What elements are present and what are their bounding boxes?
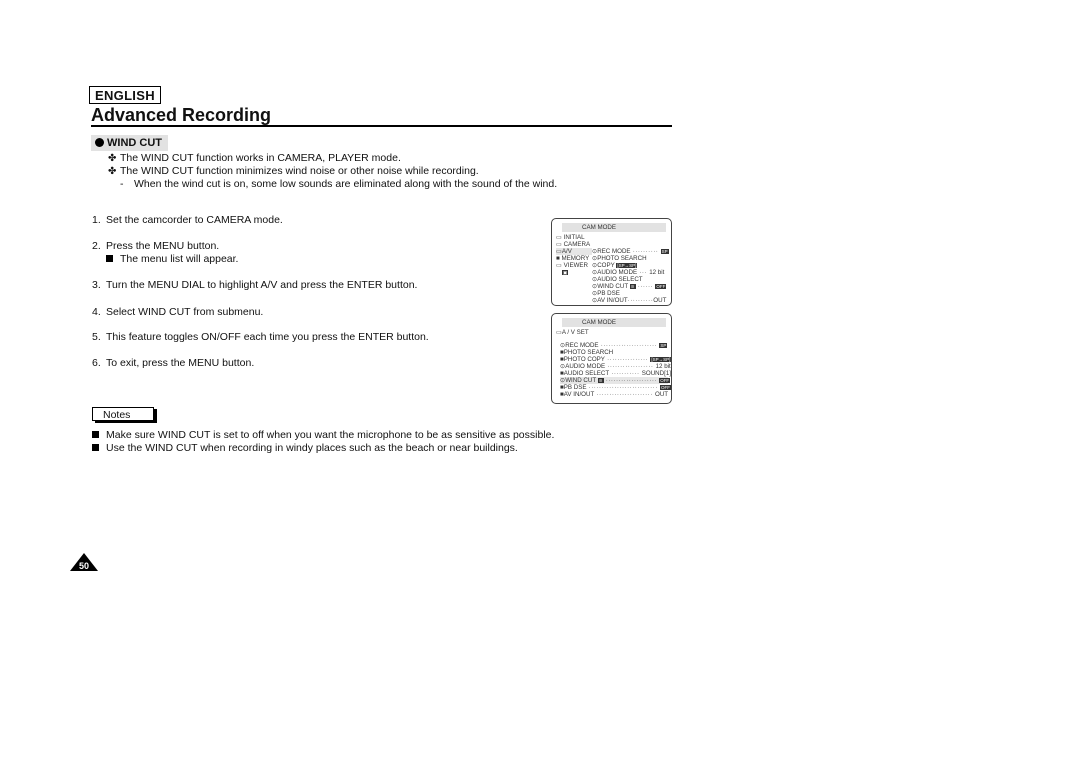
intro-text: The WIND CUT function minimizes wind noi… [120,165,479,177]
submenu-item: ■AV IN/OUT ······················ OUT [560,391,669,398]
submenu-item: ⊙REC MODE ·········· SP [592,248,669,255]
step-number: 6. [92,357,101,369]
note-item: Use the WIND CUT when recording in windy… [92,442,518,455]
menu-header: CAM MODE [562,318,666,327]
page-number: 50 [78,561,89,571]
submenu-item: ⊙AUDIO SELECT [592,276,643,283]
step-number: 2. [92,240,101,252]
menu-item-viewer: ▭ VIEWER [556,262,589,269]
page-title: Advanced Recording [91,105,272,125]
step-number: 1. [92,214,101,226]
square-bullet-icon [106,255,113,262]
step-text: Press the MENU button. [106,240,220,252]
square-bullet-icon [92,444,99,451]
step-subitem: The menu list will appear. [106,253,238,266]
language-badge: ENGLISH [89,86,161,104]
step-sub-text: The menu list will appear. [120,253,239,265]
submenu-item: ⊙PB DSE [592,290,620,297]
menu-item-av: ▭A/V [556,248,592,255]
step: 4. Select WIND CUT from submenu. [92,306,263,319]
submenu-title: ▭A / V SET [556,329,589,336]
submenu-item-wind-cut-selected: ⊙WIND CUT ≋ ···················· OFF [560,377,671,384]
note-text: Make sure WIND CUT is set to off when yo… [106,429,555,441]
menu-item-memory: ■ MEMORY [556,255,590,262]
step-text: Turn the MENU DIAL to highlight A/V and … [106,279,418,291]
bullet-dot-icon [95,138,104,147]
step-text: Select WIND CUT from submenu. [106,306,264,318]
clover-bullet-icon: ✤ [108,166,117,177]
submenu-item: ⊙PHOTO SEARCH [592,255,647,262]
folder-icon: ▭ [556,241,562,248]
step-number: 4. [92,306,101,318]
step: 2. Press the MENU button. [92,240,219,253]
title-divider [91,125,672,127]
submenu-item: ■PHOTO COPY ················ [SP→SP] [560,356,672,363]
menu-item-initial: ▭ INITIAL [556,234,585,241]
folder-icon: ▭ [556,262,562,269]
step-number: 3. [92,279,101,291]
step-text: Set the camcorder to CAMERA mode. [106,214,283,226]
menu-screen-main: CAM MODE ▭ INITIAL ▭ CAMERA ▭A/V ■ MEMOR… [551,218,672,306]
step-text: This feature toggles ON/OFF each time yo… [106,331,429,343]
submenu-item-wind-cut: ⊙WIND CUT ≋ ······ OFF [592,283,667,290]
intro-item: ✤ The WIND CUT function minimizes wind no… [108,165,479,178]
submenu-item: ⊙AUDIO MODE ·················· 12 bit [560,363,671,370]
step-text: To exit, press the MENU button. [106,357,255,369]
submenu-item: ■PHOTO SEARCH [560,349,614,356]
step: 3. Turn the MENU DIAL to highlight A/V an… [92,279,417,292]
folder-filled-icon: ■ [556,255,560,262]
submenu-item: ■AUDIO SELECT ··········· SOUND[1] [560,370,671,377]
step: 5. This feature toggles ON/OFF each time … [92,331,429,344]
clover-bullet-icon: ✤ [108,153,117,164]
menu-screen-av-set: CAM MODE ▭A / V SET ⊙REC MODE ··········… [551,313,672,404]
dash-bullet: - [120,178,124,190]
intro-sub-text: When the wind cut is on, some low sounds… [134,178,558,190]
note-item: Make sure WIND CUT is set to off when yo… [92,429,554,442]
step: 1. Set the camcorder to CAMERA mode. [92,214,283,227]
folder-icon: ▭ [556,234,562,241]
intro-subitem: - When the wind cut is on, some low sound… [120,178,557,191]
menu-item-camera: ▭ CAMERA [556,241,591,248]
menu-picture-icon: ▣ [562,270,569,275]
intro-item: ✤ The WIND CUT function works in CAMERA, … [108,152,401,165]
notes-label: Notes [92,407,154,421]
submenu-item: ⊙AV IN/OUT··········OUT [592,297,667,304]
menu-header: CAM MODE [562,223,666,232]
submenu-item: ■PB DSE ··························· OFF [560,384,672,391]
step-number: 5. [92,331,101,343]
step: 6. To exit, press the MENU button. [92,357,254,370]
square-bullet-icon [92,431,99,438]
section-title: WIND CUT [107,137,162,149]
submenu-item: ⊙REC MODE ······················ SP [560,342,668,349]
intro-text: The WIND CUT function works in CAMERA, P… [120,152,401,164]
section-heading: WIND CUT [91,135,168,151]
submenu-item: ⊙AUDIO MODE ··· 12 bit [592,269,665,276]
submenu-item: ⊙COPY [SP→SP] [592,262,638,269]
note-text: Use the WIND CUT when recording in windy… [106,442,518,454]
